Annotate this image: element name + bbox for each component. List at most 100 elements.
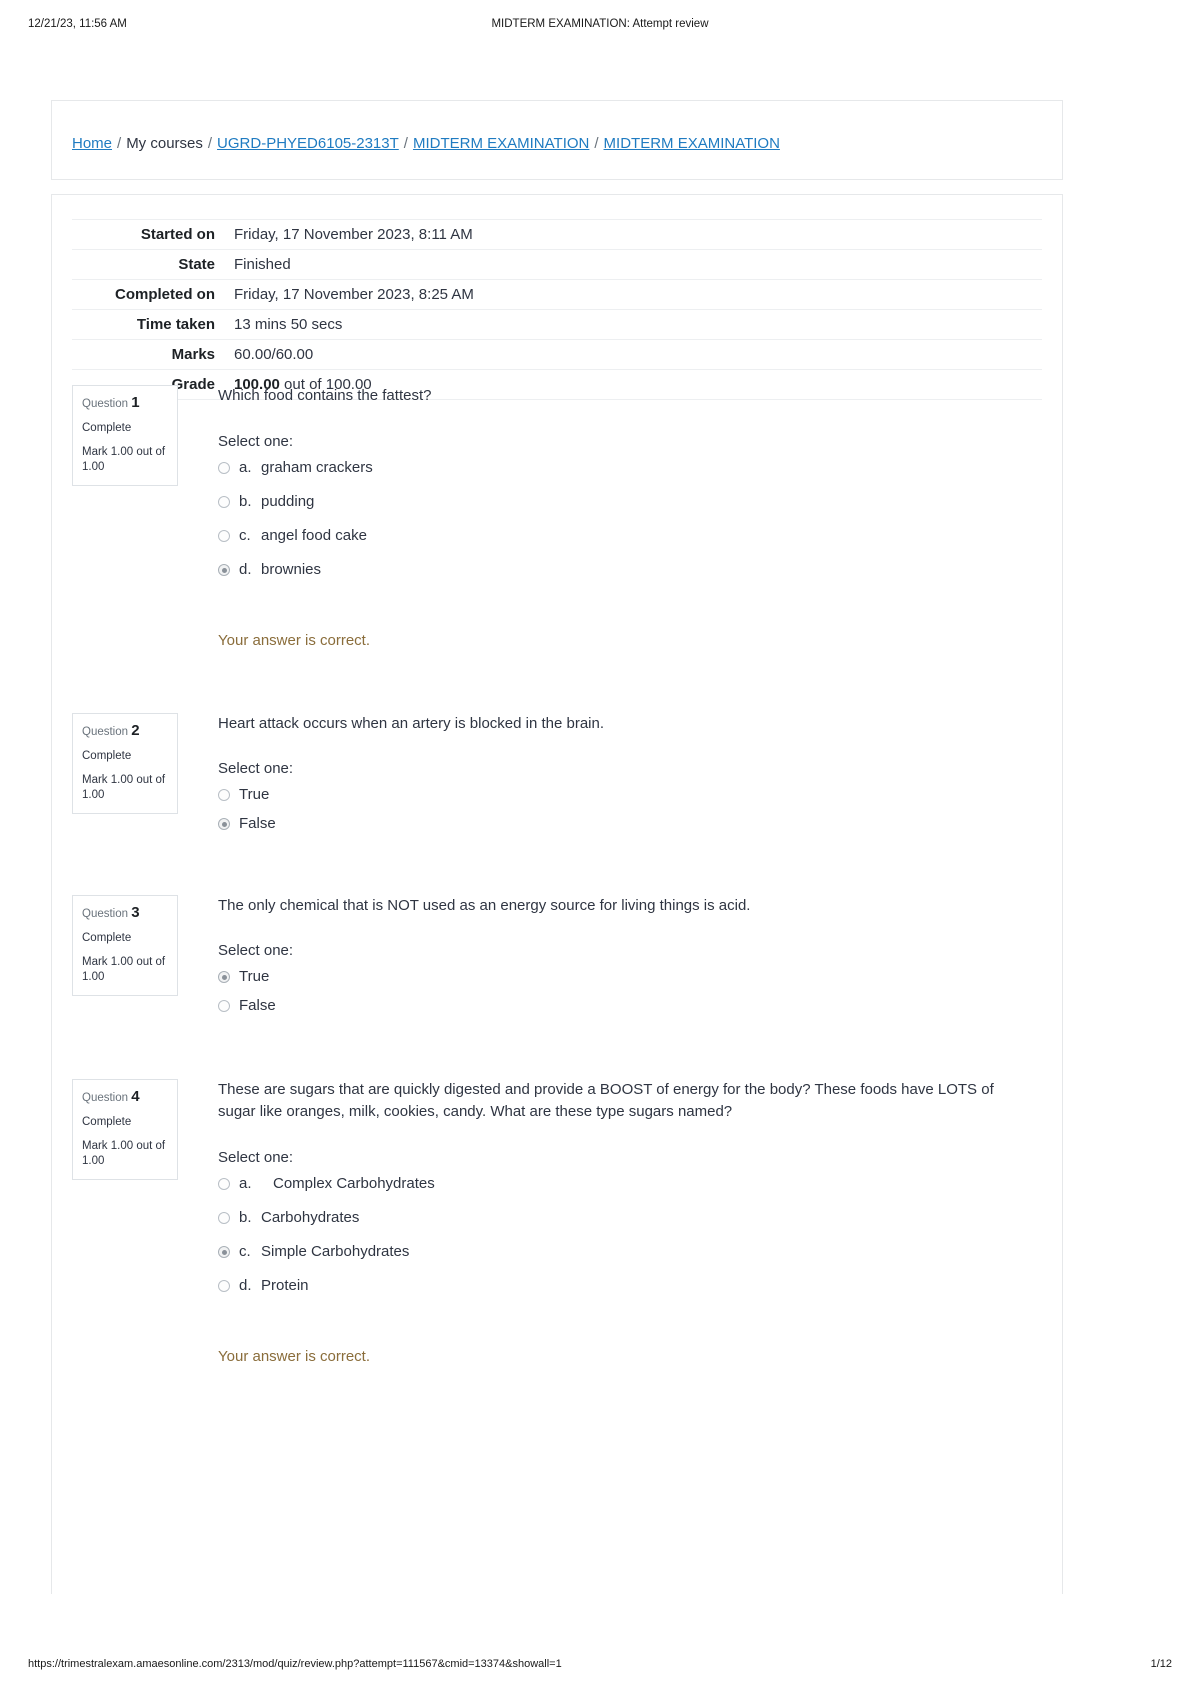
question-body: Heart attack occurs when an artery is bl… xyxy=(218,713,1018,843)
table-row: Completed on Friday, 17 November 2023, 8… xyxy=(72,280,1042,310)
breadcrumb-separator-1: / xyxy=(117,135,122,152)
table-row: State Finished xyxy=(72,250,1042,280)
answer-option[interactable]: c. angel food cake xyxy=(218,526,1018,546)
question-body: Which food contains the fattest? Select … xyxy=(218,385,1018,649)
answer-option-selected[interactable]: c. Simple Carbohydrates xyxy=(218,1242,1018,1262)
question-info-box: Question 3 Complete Mark 1.00 out of 1.0… xyxy=(72,895,178,996)
question-number: Question 3 xyxy=(82,905,168,922)
answer-option[interactable]: b. pudding xyxy=(218,492,1018,512)
radio-icon[interactable] xyxy=(218,789,230,801)
radio-icon-checked[interactable] xyxy=(218,1246,230,1258)
question-text: These are sugars that are quickly digest… xyxy=(218,1081,994,1120)
option-letter: d. xyxy=(239,561,252,578)
answer-option-list: a. Complex Carbohydrates b. Carbohydrate… xyxy=(218,1174,1018,1296)
option-label: True xyxy=(239,786,270,803)
answer-option-selected[interactable]: d. brownies xyxy=(218,560,1018,580)
question-number: Question 1 xyxy=(82,395,168,412)
answer-option-selected[interactable]: False xyxy=(218,814,1018,834)
radio-icon[interactable] xyxy=(218,496,230,508)
table-row: Time taken 13 mins 50 secs xyxy=(72,310,1042,340)
radio-icon[interactable] xyxy=(218,1000,230,1012)
question-info-box: Question 4 Complete Mark 1.00 out of 1.0… xyxy=(72,1079,178,1180)
option-label: Simple Carbohydrates xyxy=(261,1243,410,1260)
answer-option[interactable]: a. Complex Carbohydrates xyxy=(218,1174,1018,1194)
question-mark: Mark 1.00 out of 1.00 xyxy=(82,446,166,473)
option-letter: b. xyxy=(239,493,252,510)
answer-option[interactable]: d. Protein xyxy=(218,1276,1018,1296)
answer-option[interactable]: a. graham crackers xyxy=(218,458,1018,478)
question-index: 1 xyxy=(131,394,140,411)
summary-value-marks: 60.00/60.00 xyxy=(234,346,314,363)
breadcrumb-link-activity[interactable]: MIDTERM EXAMINATION xyxy=(604,135,780,152)
radio-icon-checked[interactable] xyxy=(218,818,230,830)
attempt-summary-table: Started on Friday, 17 November 2023, 8:1… xyxy=(72,219,1042,400)
print-header: 12/21/23, 11:56 AM MIDTERM EXAMINATION: … xyxy=(0,18,1200,36)
option-label: Carbohydrates xyxy=(261,1209,360,1226)
print-footer: https://trimestralexam.amaesonline.com/2… xyxy=(0,1658,1200,1674)
breadcrumb-separator-3: / xyxy=(403,135,408,152)
question-body: The only chemical that is NOT used as an… xyxy=(218,895,1018,1025)
question-mark: Mark 1.00 out of 1.00 xyxy=(82,956,166,983)
summary-label-marks: Marks xyxy=(171,346,215,363)
answer-option[interactable]: False xyxy=(218,996,1018,1016)
question-state: Complete xyxy=(82,750,132,762)
question-info-box: Question 2 Complete Mark 1.00 out of 1.0… xyxy=(72,713,178,814)
answer-option[interactable]: True xyxy=(218,785,1018,805)
summary-value-completed-on: Friday, 17 November 2023, 8:25 AM xyxy=(234,286,474,303)
question-index: 3 xyxy=(131,904,140,921)
question-word: Question xyxy=(82,1092,129,1104)
question-text: Heart attack occurs when an artery is bl… xyxy=(218,715,605,732)
breadcrumb-separator-4: / xyxy=(594,135,599,152)
summary-label-started-on: Started on xyxy=(140,226,215,243)
question-word: Question xyxy=(82,726,129,738)
option-label: True xyxy=(239,968,270,985)
radio-icon[interactable] xyxy=(218,530,230,542)
option-letter: c. xyxy=(239,1243,251,1260)
question-body: These are sugars that are quickly digest… xyxy=(218,1079,1018,1365)
select-one-label: Select one: xyxy=(218,433,294,450)
radio-icon-checked[interactable] xyxy=(218,564,230,576)
option-label: angel food cake xyxy=(261,527,367,544)
radio-icon[interactable] xyxy=(218,1178,230,1190)
radio-icon[interactable] xyxy=(218,462,230,474)
print-header-title: MIDTERM EXAMINATION: Attempt review xyxy=(491,18,709,30)
answer-option-list: True False xyxy=(218,967,1018,1016)
option-letter: a. xyxy=(239,459,252,476)
answer-option-list: True False xyxy=(218,785,1018,834)
radio-icon-checked[interactable] xyxy=(218,971,230,983)
radio-icon[interactable] xyxy=(218,1212,230,1224)
print-footer-page-number: 1/12 xyxy=(1150,1658,1172,1670)
question-word: Question xyxy=(82,398,129,410)
radio-icon[interactable] xyxy=(218,1280,230,1292)
table-row: Started on Friday, 17 November 2023, 8:1… xyxy=(72,219,1042,250)
answer-feedback: Your answer is correct. xyxy=(218,1348,371,1365)
summary-value-state: Finished xyxy=(234,256,291,273)
print-footer-url: https://trimestralexam.amaesonline.com/2… xyxy=(28,1658,562,1670)
summary-label-time-taken: Time taken xyxy=(136,316,215,333)
question-text: The only chemical that is NOT used as an… xyxy=(218,897,751,914)
question-state: Complete xyxy=(82,932,132,944)
breadcrumb-separator-2: / xyxy=(207,135,213,152)
question-mark: Mark 1.00 out of 1.00 xyxy=(82,1140,166,1167)
answer-option-selected[interactable]: True xyxy=(218,967,1018,987)
breadcrumb-link-section[interactable]: MIDTERM EXAMINATION xyxy=(413,135,589,152)
question-index: 4 xyxy=(131,1088,140,1105)
breadcrumb-link-course[interactable]: UGRD-PHYED6105-2313T xyxy=(217,135,399,152)
select-one-label: Select one: xyxy=(218,760,294,777)
option-label: brownies xyxy=(261,561,322,578)
select-one-label: Select one: xyxy=(218,942,294,959)
question-number: Question 2 xyxy=(82,723,168,740)
question-index: 2 xyxy=(131,722,140,739)
answer-option-list: a. graham crackers b. pudding c. angel f… xyxy=(218,458,1018,580)
summary-value-time-taken: 13 mins 50 secs xyxy=(234,316,343,333)
question-state: Complete xyxy=(82,1116,132,1128)
option-label: graham crackers xyxy=(261,459,373,476)
question-mark: Mark 1.00 out of 1.00 xyxy=(82,774,166,801)
option-letter: c. xyxy=(239,527,251,544)
breadcrumb-link-home[interactable]: Home xyxy=(72,135,112,152)
answer-option[interactable]: b. Carbohydrates xyxy=(218,1208,1018,1228)
option-label: Protein xyxy=(261,1277,309,1294)
breadcrumb: Home / My courses / UGRD-PHYED6105-2313T / MID… xyxy=(72,134,780,153)
answer-feedback: Your answer is correct. xyxy=(218,632,371,649)
option-letter: a. xyxy=(239,1175,252,1192)
